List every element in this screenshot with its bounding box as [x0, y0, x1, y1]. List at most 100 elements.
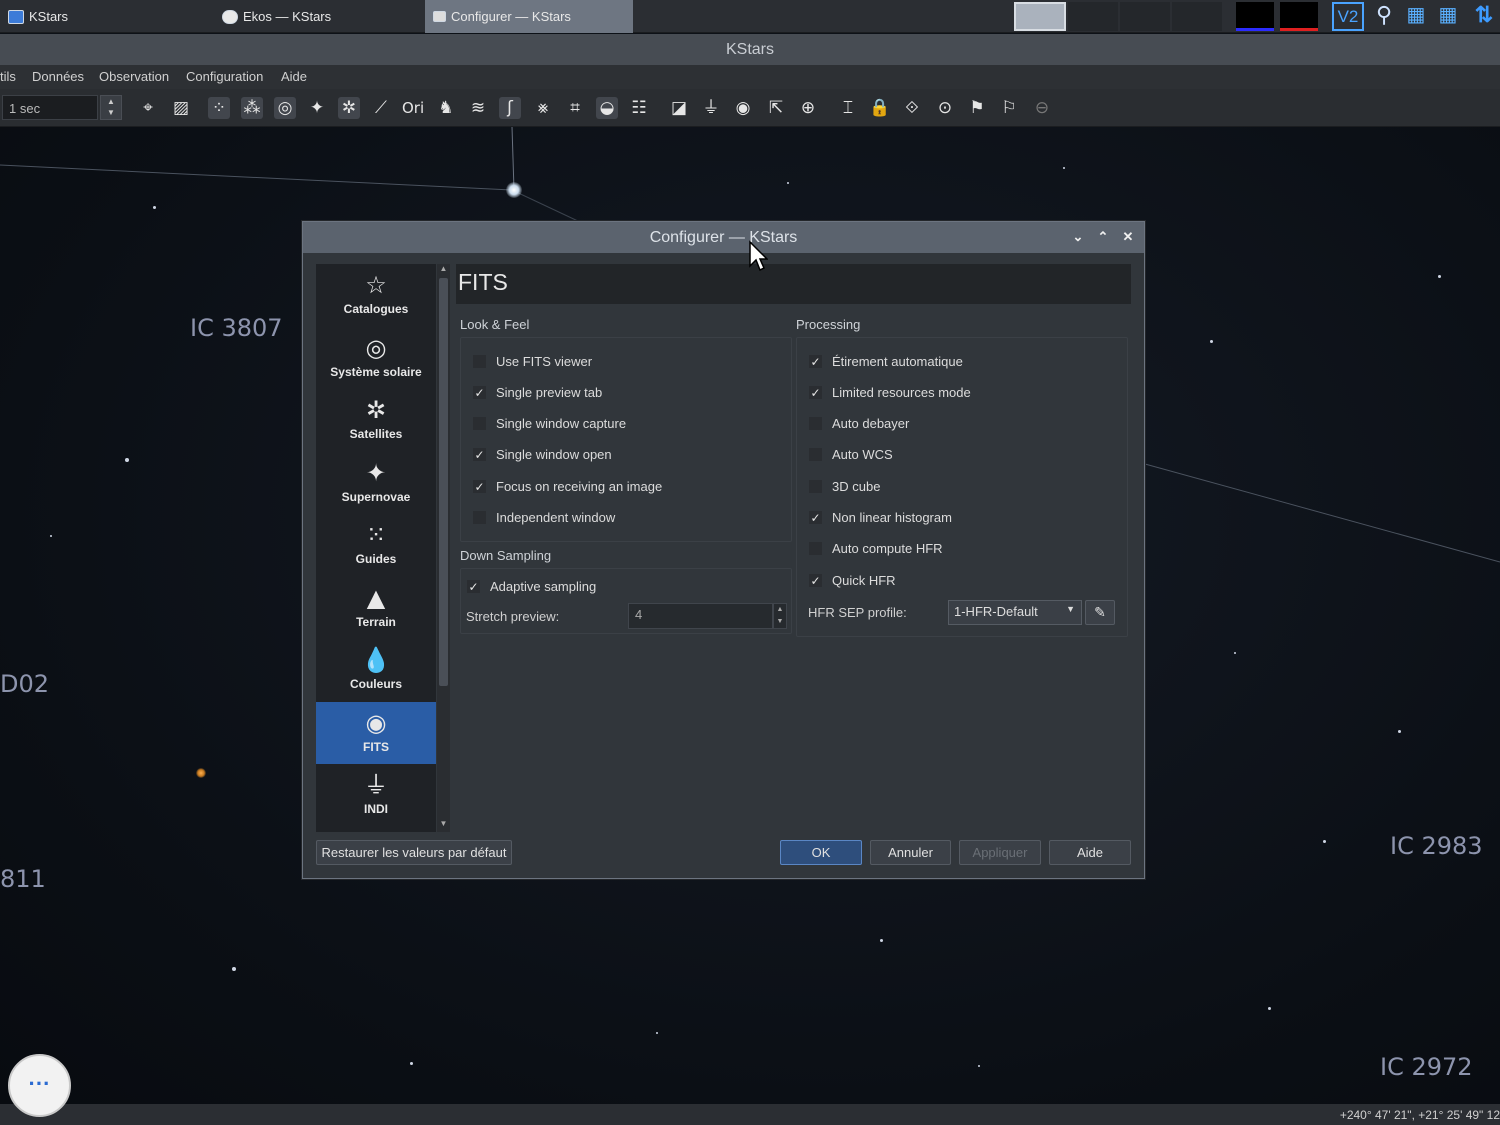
menu-data[interactable]: Données [32, 69, 84, 84]
scrollbar-thumb[interactable] [439, 278, 448, 686]
checkbox-box[interactable] [809, 479, 822, 493]
checkbox-box[interactable] [473, 354, 486, 368]
satellites-toggle-icon[interactable]: ✲ [338, 97, 360, 119]
checkbox-single-window-capture[interactable]: Single window capture [473, 414, 626, 432]
checkbox-single-preview-tab[interactable]: ✓ Single preview tab [473, 383, 602, 401]
checkbox-3d-cube[interactable]: 3D cube [809, 477, 880, 495]
network-icon-2[interactable]: ▦ [1434, 2, 1462, 31]
menu-tools[interactable]: tils [0, 69, 16, 84]
horizon-icon[interactable]: ◒ [596, 97, 618, 119]
dialog-title[interactable]: Configurer — KStars [303, 222, 1144, 253]
checkbox-focus-on-image[interactable]: ✓ Focus on receiving an image [473, 477, 662, 495]
supernova-toggle-icon[interactable]: ✦ [306, 97, 328, 119]
sky-label-811[interactable]: 811 [0, 865, 46, 893]
time-step-spinner[interactable]: ▲ ▼ [100, 95, 122, 120]
lock-icon[interactable]: 🔒 [869, 97, 891, 119]
time-step-input[interactable]: 1 sec [2, 95, 98, 120]
vnc-icon[interactable]: V2 [1332, 2, 1364, 31]
checkbox-independent-window[interactable]: Independent window [473, 508, 615, 526]
fits-viewer-icon[interactable]: ◉ [732, 97, 754, 119]
sidebar-item-colors[interactable]: 💧 Couleurs [316, 639, 436, 701]
desktop-pager-1[interactable] [1014, 2, 1066, 31]
indi-control-icon[interactable]: ⏚ [700, 97, 722, 119]
magnifier-icon[interactable]: ⚲ [1370, 2, 1398, 31]
desktop-pager-4[interactable] [1172, 2, 1222, 31]
desktop-pager-3[interactable] [1120, 2, 1170, 31]
scroll-down-icon[interactable]: ▼ [438, 819, 449, 831]
restore-defaults-button[interactable]: Restaurer les valeurs par défaut [316, 840, 512, 865]
sidebar-item-indi[interactable]: ⏚ INDI [316, 764, 436, 826]
maximize-icon[interactable]: ⌃ [1096, 230, 1110, 244]
track-icon[interactable]: ⟐ [901, 97, 923, 119]
stars-toggle-icon[interactable]: ⁘ [208, 97, 230, 119]
checkbox-box[interactable]: ✓ [473, 385, 486, 399]
flag-add-icon[interactable]: ⚐ [998, 97, 1020, 119]
task-configure[interactable]: Configurer — KStars [425, 0, 633, 33]
checkbox-box[interactable] [809, 416, 822, 430]
checkbox-auto-stretch[interactable]: ✓ Étirement automatique [809, 352, 963, 370]
checkbox-box[interactable]: ✓ [467, 579, 480, 593]
sidebar-item-guides[interactable]: ⁙ Guides [316, 514, 436, 576]
target-icon[interactable]: ⊙ [934, 97, 956, 119]
sidebar-item-satellites[interactable]: ✲ Satellites [316, 389, 436, 451]
milky-way-icon[interactable]: ≋ [467, 97, 489, 119]
checkbox-box[interactable] [473, 510, 486, 524]
sky-label-d02[interactable]: D02 [0, 670, 49, 698]
sky-label-ic3807[interactable]: IC 3807 [190, 314, 283, 342]
cancel-button[interactable]: Annuler [870, 840, 951, 865]
checkbox-use-fits-viewer[interactable]: Use FITS viewer [473, 352, 592, 370]
solar-system-toggle-icon[interactable]: ◎ [274, 97, 296, 119]
checkbox-non-linear-histogram[interactable]: ✓ Non linear histogram [809, 508, 952, 526]
stretch-preview-input[interactable]: 4 [628, 603, 773, 629]
checkbox-box[interactable]: ✓ [809, 354, 822, 368]
equatorial-grid-icon[interactable]: ⨳ [532, 97, 554, 119]
constellation-names-icon[interactable]: Ori [402, 97, 424, 119]
more-options-button[interactable]: ··· [8, 1054, 71, 1117]
checkbox-quick-hfr[interactable]: ✓ Quick HFR [809, 571, 896, 589]
task-kstars[interactable]: KStars [0, 0, 210, 33]
fov-icon[interactable]: ⌶ [837, 97, 859, 119]
checkbox-auto-compute-hfr[interactable]: Auto compute HFR [809, 539, 943, 557]
deep-sky-toggle-icon[interactable]: ⁂ [241, 97, 263, 119]
constellation-lines-icon[interactable]: ⟋ [370, 97, 392, 119]
sky-label-ic2972[interactable]: IC 2972 [1380, 1053, 1473, 1081]
flag-icon[interactable]: ⚑ [966, 97, 988, 119]
crosshair-center-icon[interactable]: ⌖ [137, 97, 159, 119]
flags-list-icon[interactable]: ☷ [628, 97, 650, 119]
checkbox-box[interactable]: ✓ [473, 479, 486, 493]
constellation-art-icon[interactable]: ♞ [435, 97, 457, 119]
checkbox-box[interactable] [809, 541, 822, 555]
horizontal-grid-icon[interactable]: ⌗ [564, 97, 586, 119]
checkbox-box[interactable]: ✓ [473, 447, 486, 461]
minimize-icon[interactable]: ⌄ [1071, 230, 1085, 244]
checkbox-limited-resources[interactable]: ✓ Limited resources mode [809, 383, 971, 401]
telescope-target-icon[interactable]: ⊕ [797, 97, 819, 119]
menu-help[interactable]: Aide [281, 69, 307, 84]
checkbox-box[interactable] [473, 416, 486, 430]
close-icon[interactable]: ✕ [1121, 230, 1135, 244]
hfr-profile-select[interactable]: 1-HFR-Default ▼ [948, 600, 1082, 625]
desktop-pager-2[interactable] [1068, 2, 1118, 31]
apply-button[interactable]: Appliquer [959, 840, 1041, 865]
scroll-up-icon[interactable]: ▲ [438, 264, 449, 276]
help-button[interactable]: Aide [1049, 840, 1131, 865]
ok-button[interactable]: OK [780, 840, 862, 865]
menu-configuration[interactable]: Configuration [186, 69, 263, 84]
sky-calendar-icon[interactable]: ⇱ [765, 97, 787, 119]
sidebar-scrollbar[interactable]: ▲ ▼ [437, 264, 450, 832]
ekos-icon[interactable]: ◪ [668, 97, 690, 119]
stretch-preview-spinner[interactable]: ▲ ▼ [773, 603, 787, 629]
sidebar-item-terrain[interactable]: ▲ Terrain [316, 577, 436, 639]
sidebar-item-fits[interactable]: ◉ FITS [316, 702, 436, 764]
sidebar-item-solar-system[interactable]: ◎ Système solaire [316, 327, 436, 389]
menu-observation[interactable]: Observation [99, 69, 169, 84]
transfer-arrows-icon[interactable]: ⇅ [1470, 2, 1498, 31]
checkbox-box[interactable]: ✓ [809, 385, 822, 399]
checkbox-box[interactable] [809, 447, 822, 461]
sky-label-ic2983[interactable]: IC 2983 [1390, 832, 1483, 860]
checkbox-adaptive-sampling[interactable]: ✓ Adaptive sampling [467, 577, 596, 595]
ecliptic-icon[interactable]: ʃ [499, 97, 521, 119]
checkbox-box[interactable]: ✓ [809, 573, 822, 587]
zoom-out-icon[interactable]: ⊖ [1031, 97, 1053, 119]
checkbox-auto-wcs[interactable]: Auto WCS [809, 445, 893, 463]
